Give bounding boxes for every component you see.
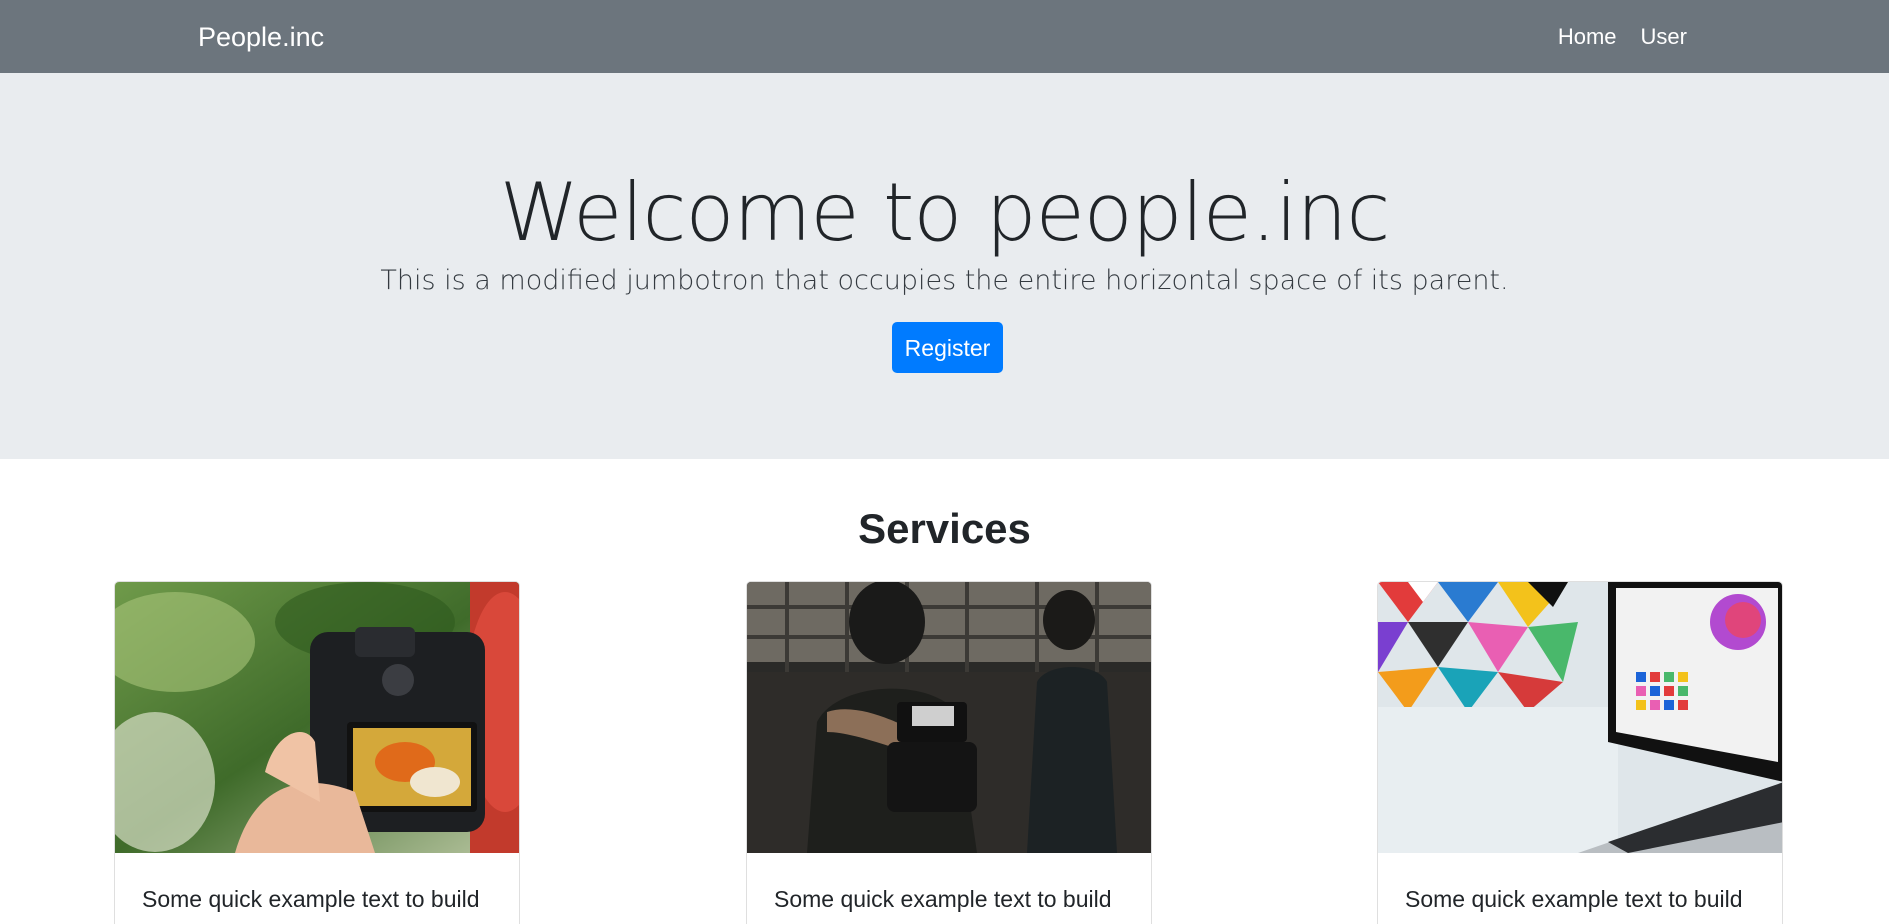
jumbotron-lead: This is a modified jumbotron that occupi… bbox=[380, 265, 1509, 296]
services-title: Services bbox=[858, 505, 1031, 552]
videographers-photo-image bbox=[747, 582, 1151, 853]
nav-links: Home User bbox=[1558, 22, 1687, 52]
service-card: Some quick example text to build on the … bbox=[114, 581, 520, 924]
card-text: Some quick example text to build on the … bbox=[1405, 886, 1743, 924]
camera-photo-image bbox=[115, 582, 519, 853]
nav-link-home[interactable]: Home bbox=[1558, 22, 1617, 52]
nav-link-user[interactable]: User bbox=[1641, 22, 1687, 52]
jumbotron-title: Welcome to people.inc bbox=[499, 166, 1391, 259]
service-card: Some quick example text to build on the … bbox=[746, 581, 1152, 924]
jumbotron: Welcome to people.inc This is a modified… bbox=[0, 73, 1889, 459]
card-text: Some quick example text to build on the … bbox=[774, 886, 1112, 924]
laptop-colorful-photo-image bbox=[1378, 582, 1782, 853]
register-button[interactable]: Register bbox=[892, 322, 1003, 373]
navbar: People.inc Home User bbox=[0, 0, 1889, 73]
service-card: Some quick example text to build on the … bbox=[1377, 581, 1783, 924]
card-text: Some quick example text to build on the … bbox=[142, 886, 480, 924]
brand-link[interactable]: People.inc bbox=[198, 20, 324, 54]
